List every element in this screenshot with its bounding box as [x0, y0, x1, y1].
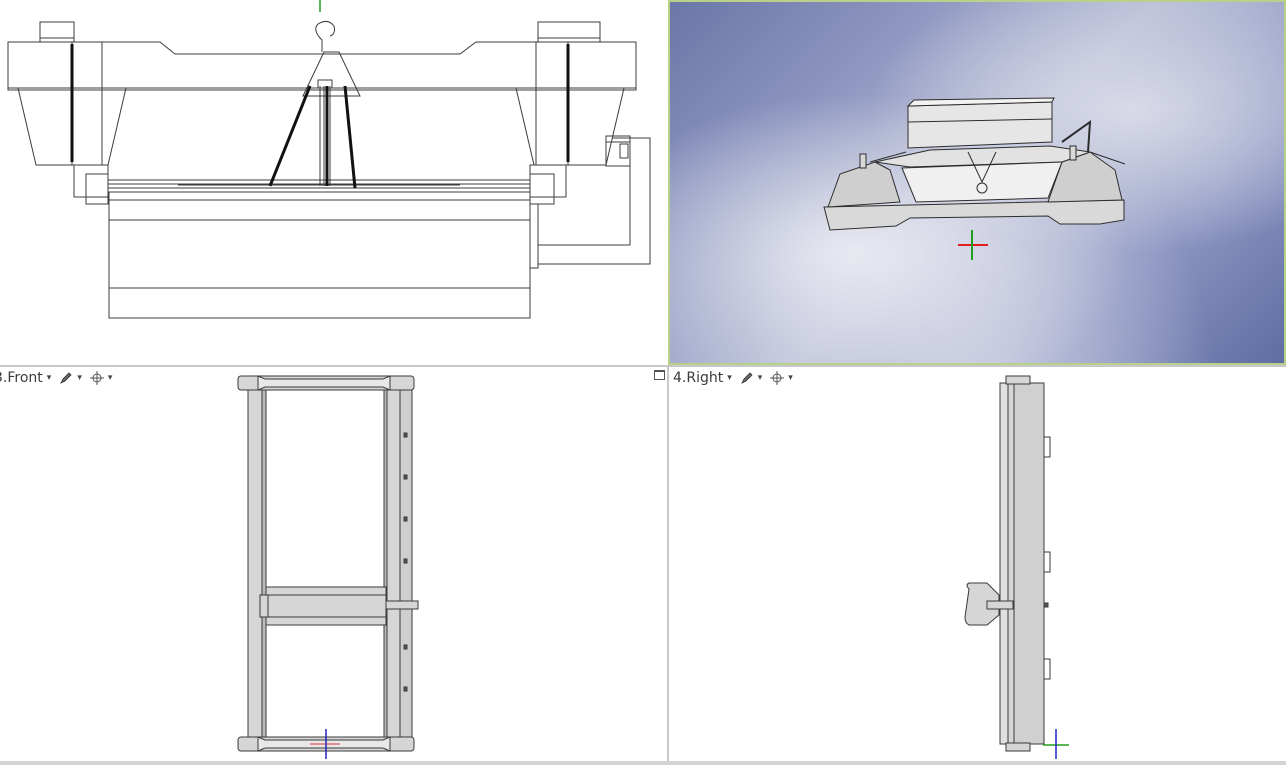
top-view-drawing: [7, 0, 651, 319]
top-lower-body: [108, 191, 531, 319]
right-trapezoid-block: [515, 87, 625, 166]
right-view-drawing: [964, 375, 1069, 759]
viewport-top[interactable]: [0, 0, 666, 365]
viewport-right[interactable]: 4.Right ▾ ▾ ▾: [669, 367, 1286, 761]
hook-triangle: [302, 51, 361, 97]
front-view-drawing: [237, 375, 419, 759]
front-middle-box: [265, 586, 387, 626]
viewport-front[interactable]: 3.Front ▾ ▾ ▾: [0, 367, 667, 761]
perspective-model: [823, 97, 1126, 260]
status-strip: [0, 761, 1286, 765]
viewport-perspective[interactable]: [668, 0, 1286, 365]
